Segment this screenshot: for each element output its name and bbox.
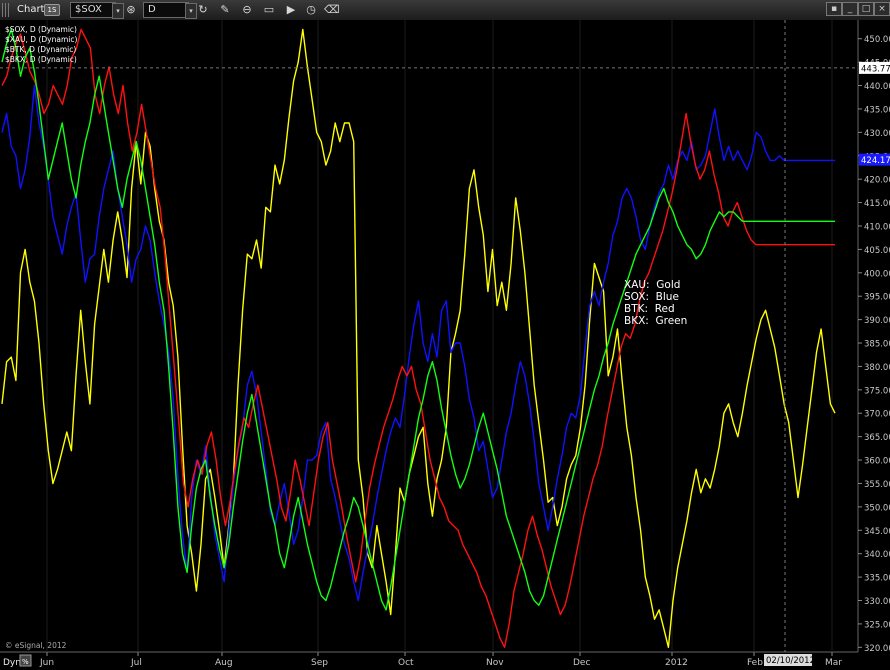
chart-area[interactable]: 320.00 325.00 330.00 335.00 340.00 345.00 350.… [0, 20, 890, 670]
price-tick-label: 430.00 [864, 129, 890, 139]
minimize-button[interactable]: _ [842, 2, 858, 16]
symbol-dropdown-button[interactable]: ▾ [112, 3, 124, 19]
price-tick-label: 355.00 [864, 480, 890, 490]
legend-value: Gold [656, 279, 681, 291]
legend-row: BKX: Green [624, 315, 687, 327]
date-tick-label: Dec [573, 658, 590, 668]
crosshair-price-label: 443.77 [861, 64, 890, 74]
symbol-input[interactable]: $SOX [70, 2, 116, 18]
copyright-text: © eSignal, 2012 [5, 641, 67, 650]
crosshair-date-label: 02/10/2012 [766, 656, 815, 666]
interval-input[interactable]: D [143, 2, 189, 18]
date-tick-label: Jul [130, 658, 142, 668]
price-tick-label: 405.00 [864, 246, 890, 256]
price-tick-label: 345.00 [864, 527, 890, 537]
legend-key: XAU: [624, 279, 657, 291]
legend-key: BTK: [624, 303, 655, 315]
price-tick-label: 400.00 [864, 269, 890, 279]
date-tick-label: 2012 [665, 658, 688, 668]
chart-background [0, 20, 890, 670]
date-tick-label: Mar [825, 658, 842, 668]
legend-row: XAU: Gold [624, 279, 687, 291]
chart-window: Chart 1S $SOX ▾ ⊛ D ▾ ↻ ✎ ⊖ ▭ ▶ ◷ ⌫ ▪ _ □ × 320.0… [0, 0, 890, 670]
refresh-icon[interactable]: ↻ [196, 3, 210, 17]
price-tick-label: 380.00 [864, 363, 890, 373]
keyboard-icon[interactable]: ▭ [262, 3, 276, 17]
legend: XAU: Gold SOX: Blue BTK: Red BKX: Green [624, 279, 687, 327]
eraser-icon[interactable]: ⌫ [324, 3, 340, 17]
price-tick-label: 350.00 [864, 503, 890, 513]
date-tick-label: Oct [398, 658, 414, 668]
date-tick-label: Feb [747, 658, 763, 668]
menu-button[interactable]: ▪ [826, 2, 842, 16]
clock-icon[interactable]: ◷ [304, 3, 318, 17]
price-tick-label: 370.00 [864, 410, 890, 420]
price-tick-label: 385.00 [864, 340, 890, 350]
price-tick-label: 435.00 [864, 105, 890, 115]
dyn-badge: % [22, 658, 29, 666]
series-label: $BKX, D (Dynamic) [5, 55, 77, 64]
window-title: Chart [17, 4, 45, 15]
price-tick-label: 320.00 [864, 644, 890, 654]
drag-grip[interactable] [2, 3, 10, 17]
close-button[interactable]: × [874, 2, 890, 16]
price-tick-label: 365.00 [864, 433, 890, 443]
price-tick-label: 395.00 [864, 293, 890, 303]
price-tick-label: 440.00 [864, 82, 890, 92]
legend-row: BTK: Red [624, 303, 687, 315]
legend-row: SOX: Blue [624, 291, 687, 303]
date-tick-label: Aug [215, 658, 233, 668]
pencil-icon[interactable]: ✎ [218, 3, 232, 17]
date-tick-label: Nov [486, 658, 504, 668]
date-tick-label: Jun [39, 658, 54, 668]
link-icon[interactable]: ⊖ [240, 3, 254, 17]
series-label: $SOX, D (Dynamic) [5, 25, 77, 34]
last-price-label: 424.17 [861, 156, 890, 166]
series-label: $BTK, D (Dynamic) [5, 45, 76, 54]
chart-toolbar: Chart 1S $SOX ▾ ⊛ D ▾ ↻ ✎ ⊖ ▭ ▶ ◷ ⌫ ▪ _ □ × [0, 0, 890, 21]
legend-value: Red [654, 303, 675, 315]
legend-key: BKX: [624, 315, 656, 327]
price-tick-label: 330.00 [864, 597, 890, 607]
legend-value: Green [655, 315, 688, 327]
date-tick-label: Sep [311, 658, 328, 668]
play-icon[interactable]: ▶ [284, 3, 298, 17]
price-tick-label: 340.00 [864, 550, 890, 560]
link-chain-icon[interactable]: ⊛ [124, 3, 138, 17]
legend-value: Blue [655, 291, 679, 303]
price-tick-label: 335.00 [864, 574, 890, 584]
maximize-button[interactable]: □ [858, 2, 874, 16]
price-tick-label: 390.00 [864, 316, 890, 326]
price-tick-label: 450.00 [864, 35, 890, 45]
dyn-label: Dyn [3, 658, 21, 668]
legend-key: SOX: [624, 291, 656, 303]
title-badge: 1S [44, 4, 60, 16]
price-tick-label: 325.00 [864, 620, 890, 630]
price-tick-label: 360.00 [864, 457, 890, 467]
price-tick-label: 420.00 [864, 176, 890, 186]
series-label: $XAU, D (Dynamic) [5, 35, 77, 44]
price-tick-label: 410.00 [864, 222, 890, 232]
price-tick-label: 375.00 [864, 386, 890, 396]
price-tick-label: 415.00 [864, 199, 890, 209]
